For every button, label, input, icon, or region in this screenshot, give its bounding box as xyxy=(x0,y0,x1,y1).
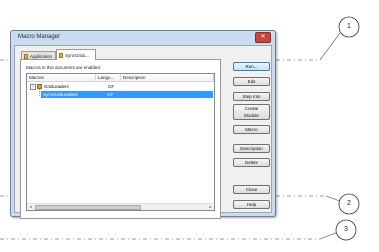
dialog-title: Macro Manager xyxy=(18,34,61,40)
scroll-left-icon[interactable]: ◂ xyxy=(27,204,34,210)
create-module-label-line1: Create xyxy=(244,106,259,111)
close-button[interactable]: Close xyxy=(233,185,270,194)
tab-panel: Macros in this document are enabled. Mac… xyxy=(20,59,221,219)
macro-button[interactable]: Macro xyxy=(233,125,270,134)
close-icon[interactable]: ✕ xyxy=(255,32,271,43)
description-button[interactable]: Description xyxy=(233,144,270,153)
edit-button[interactable]: Edit xyxy=(233,77,270,86)
callout-label-3: 3 xyxy=(344,226,348,233)
create-module-button[interactable]: Create Module xyxy=(233,104,270,120)
table-row[interactable]: SyncGridLeaders C# xyxy=(41,91,213,98)
step-into-button[interactable]: Step Into xyxy=(233,92,270,101)
column-header-macros[interactable]: Macros xyxy=(27,74,96,82)
delete-button[interactable]: Delete xyxy=(233,158,270,167)
macro-language: C# xyxy=(107,92,113,97)
column-header-description[interactable]: Description xyxy=(121,74,214,82)
macro-name: SyncGridLeaders xyxy=(43,92,78,97)
macro-manager-dialog: Macro Manager ✕ Application SyncGridL...… xyxy=(10,30,276,219)
help-button[interactable]: Help xyxy=(233,200,270,209)
module-icon xyxy=(37,84,42,89)
tab-syncgridleaders-label: SyncGridL... xyxy=(65,53,90,58)
macro-name: GridLeaders xyxy=(44,84,69,89)
tab-syncgridleaders[interactable]: SyncGridL... xyxy=(56,49,96,60)
run-button[interactable]: Run... xyxy=(233,62,270,71)
macro-list[interactable]: Macros Langu... Description − GridLeader… xyxy=(26,73,215,211)
callout-label-2: 2 xyxy=(347,200,351,207)
dialog-titlebar[interactable]: Macro Manager ✕ xyxy=(11,31,275,45)
scroll-right-icon[interactable]: ▸ xyxy=(207,204,214,210)
create-module-label-line2: Module xyxy=(244,113,259,118)
macro-language: C# xyxy=(108,84,114,89)
collapse-icon[interactable]: − xyxy=(30,84,36,90)
callout-label-1: 1 xyxy=(347,23,351,30)
macro-tab-icon xyxy=(59,53,63,59)
horizontal-scrollbar[interactable]: ◂ ▸ xyxy=(27,203,214,210)
macro-status-text: Macros in this document are enabled. xyxy=(26,65,102,70)
column-header-language[interactable]: Langu... xyxy=(96,74,121,82)
table-row[interactable]: − GridLeaders C# xyxy=(28,83,213,90)
scrollbar-thumb[interactable] xyxy=(35,205,141,210)
